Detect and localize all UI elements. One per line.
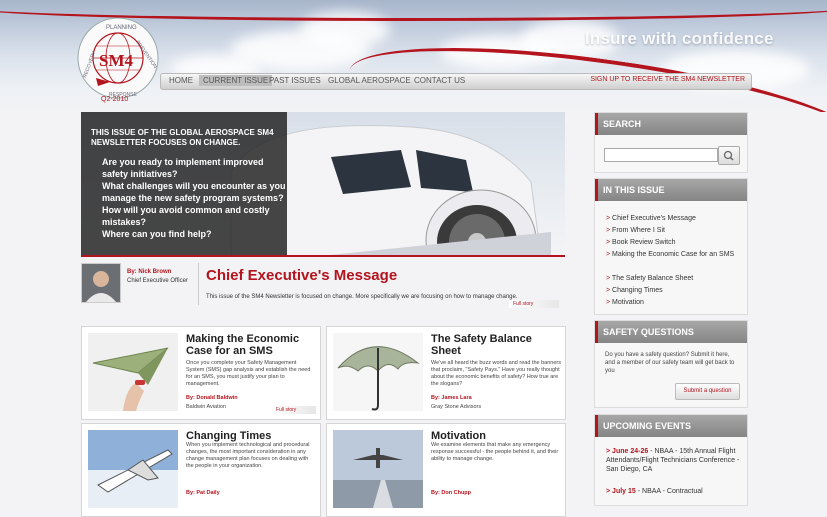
article-title[interactable]: The Safety Balance Sheet — [431, 333, 561, 357]
ceo-role: Chief Executive Officer — [127, 278, 188, 284]
safety-questions-box: SAFETY QUESTIONS Do you have a safety qu… — [594, 320, 748, 408]
hero-text-panel: THIS ISSUE OF THE GLOBAL AEROSPACE SM4 N… — [81, 112, 287, 257]
airplane-takeoff-image — [88, 430, 178, 508]
article-summary: We examine elements that make any emerge… — [431, 442, 559, 462]
ceo-title[interactable]: Chief Executive's Message — [206, 267, 397, 284]
issue-link[interactable]: > Making the Economic Case for an SMS — [606, 249, 741, 261]
search-input[interactable] — [604, 148, 718, 162]
article-card: Motivation We examine elements that make… — [326, 423, 566, 517]
ceo-byline: By: Nick Brown — [127, 269, 172, 275]
article-summary: When you implement technological and pro… — [186, 442, 310, 469]
umbrella-image — [333, 333, 423, 411]
ceo-summary: This issue of the SM4 Newsletter is focu… — [206, 294, 518, 300]
event-item[interactable]: > June 24-26 - NBAA - 15th Annual Flight… — [606, 447, 746, 474]
ceo-avatar — [81, 263, 121, 303]
issue-link[interactable]: > Changing Times — [606, 285, 741, 297]
article-author: By: Donald Baldwin — [186, 395, 238, 401]
article-full-story-link[interactable]: Full story — [272, 406, 316, 414]
main-nav: HOME CURRENT ISSUE PAST ISSUES GLOBAL AE… — [160, 73, 752, 90]
hero-question: What challenges will you encounter as yo… — [102, 181, 286, 203]
upcoming-events-box: UPCOMING EVENTS > June 24-26 - NBAA - 15… — [594, 414, 748, 506]
safety-questions-text: Do you have a safety question? Submit it… — [605, 352, 735, 374]
hero-question: Where can you find help? — [102, 229, 212, 239]
safety-questions-title: SAFETY QUESTIONS — [603, 327, 694, 337]
article-org: Baldwin Aviation — [186, 404, 226, 410]
nav-current-issue[interactable]: CURRENT ISSUE — [199, 75, 273, 86]
logo-text: SM4 — [99, 51, 134, 70]
article-card: The Safety Balance Sheet We've all heard… — [326, 326, 566, 420]
article-card: Changing Times When you implement techno… — [81, 423, 321, 517]
runway-plane-image — [333, 430, 423, 508]
nav-home[interactable]: HOME — [169, 76, 193, 85]
ceo-message: By: Nick Brown Chief Executive Officer C… — [81, 263, 565, 311]
nav-contact-us[interactable]: CONTACT US — [414, 76, 465, 85]
sm4-logo[interactable]: SM4 PLANNING PREVENTION RESPONSE RECOVER… — [76, 16, 160, 100]
article-author: By: Pat Daily — [186, 490, 220, 496]
article-summary: Once you complete your Safety Management… — [186, 360, 311, 387]
issue-link[interactable]: > From Where I Sit — [606, 225, 741, 237]
upcoming-events-title: UPCOMING EVENTS — [603, 421, 692, 431]
article-title[interactable]: Changing Times — [186, 430, 316, 442]
article-org: Gray Stone Advisors — [431, 404, 482, 410]
article-author: By: James Lara — [431, 395, 472, 401]
search-title: SEARCH — [603, 119, 642, 129]
hero-banner: THIS ISSUE OF THE GLOBAL AEROSPACE SM4 N… — [81, 112, 565, 257]
newsletter-signup-link[interactable]: SIGN UP TO RECEIVE THE SM4 NEWSLETTER — [590, 76, 745, 83]
svg-text:PLANNING: PLANNING — [106, 25, 137, 31]
search-box: SEARCH — [594, 112, 748, 173]
issue-link[interactable]: > The Safety Balance Sheet — [606, 273, 741, 285]
money-plane-image — [88, 333, 178, 411]
issue-link[interactable]: > Book Review Switch — [606, 237, 741, 249]
article-title[interactable]: Motivation — [431, 430, 561, 442]
ceo-full-story-link[interactable]: Full story — [509, 300, 559, 308]
submit-question-button[interactable]: Submit a question — [675, 383, 740, 400]
article-card: Making the Economic Case for an SMS Once… — [81, 326, 321, 420]
in-this-issue-title: IN THIS ISSUE — [603, 185, 665, 195]
hero-question: Are you ready to implement improved safe… — [102, 157, 264, 179]
issue-link[interactable]: > Chief Executive's Message — [606, 213, 741, 225]
hero-heading: THIS ISSUE OF THE GLOBAL AEROSPACE SM4 N… — [91, 128, 274, 147]
issue-link[interactable]: > Motivation — [606, 297, 741, 309]
event-item[interactable]: > July 15 - NBAA - Contractual — [606, 487, 746, 496]
article-summary: We've all heard the buzz words and read … — [431, 360, 561, 387]
search-icon — [723, 150, 734, 161]
nav-global-aerospace[interactable]: GLOBAL AEROSPACE — [328, 76, 411, 85]
search-button[interactable] — [718, 146, 740, 165]
issue-label: Q2-2010 — [101, 96, 129, 103]
tagline: Insure with confidence — [585, 29, 774, 48]
article-author: By: Don Chupp — [431, 490, 472, 496]
hero-accent-bar — [81, 255, 565, 257]
hero-question: How will you avoid common and costly mis… — [102, 205, 270, 227]
article-title[interactable]: Making the Economic Case for an SMS — [186, 333, 316, 357]
in-this-issue-box: IN THIS ISSUE > Chief Executive's Messag… — [594, 178, 748, 315]
nav-past-issues[interactable]: PAST ISSUES — [269, 76, 321, 85]
